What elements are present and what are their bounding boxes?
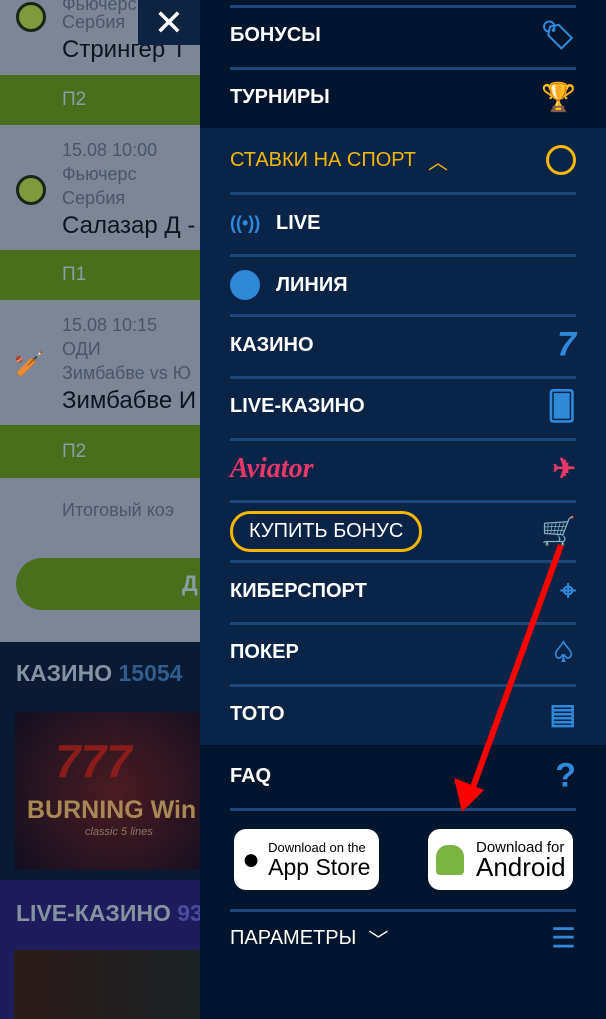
arrow-head (454, 778, 484, 812)
arrow-shaft (469, 543, 564, 792)
red-arrow-annotation (454, 543, 564, 812)
